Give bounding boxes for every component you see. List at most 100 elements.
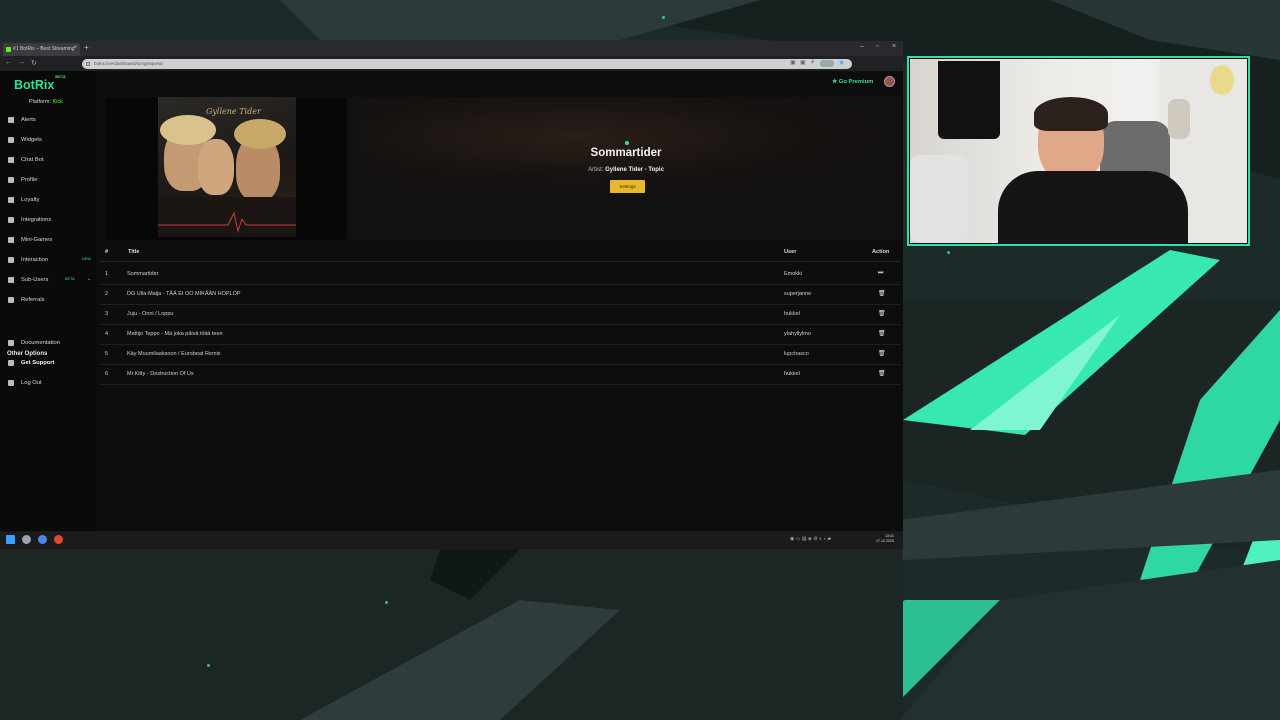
stream-particle [947,251,950,254]
trash-icon[interactable]: 🗑 [878,330,886,337]
webcam-cat-figure [1168,99,1190,139]
sidebar-item-label: Widgets [21,137,42,143]
browser-window: #1 BotRix – Best Streaming × + – ▫ × ← →… [0,41,903,549]
sidebar-item-interaction[interactable]: Interaction NEW [0,253,96,267]
taskbar-clock[interactable]: 13:41 17.12.2025 [876,534,894,544]
platform-label: Platform: [29,99,52,105]
minimize-icon[interactable]: – [860,43,864,50]
extension-icon[interactable]: ▣ [790,59,796,66]
album-art: Gyllene Tider [158,97,296,237]
back-icon[interactable]: ← [5,59,12,66]
row-divider [100,384,900,385]
system-tray-icons[interactable]: ◉ ▭ ▤ ◈ ⚙ ◐ ♪ ▰ [790,536,831,542]
sidebar-item-label: Loyalty [21,197,40,203]
sidebar: BotRixBETA Platform: Kick Alerts Widgets… [0,71,96,531]
row-user: ylahyllylmo [784,331,811,337]
sidebar-item-alerts[interactable]: Alerts [0,113,96,127]
song-artist: Artist: Gyllene Tider - Topic [476,167,776,173]
row-number: 4 [105,331,109,337]
browser-icon[interactable] [38,535,47,544]
sidebar-item-integrations[interactable]: Integrations [0,213,96,227]
stream-particle [207,664,210,667]
chat-icon [8,157,14,163]
sidebar-item-widgets[interactable]: Widgets [0,133,96,147]
extension-icon[interactable]: ▣ [800,59,806,66]
album-cover-title: Gyllene Tider [206,107,261,116]
reload-icon[interactable]: ↻ [31,59,37,67]
row-title: Käy Muumilaaksoon / Eurobeat Remix [127,351,221,357]
url-field[interactable]: botrix.live/dashboard/songrequest/ [82,59,852,69]
windows-start-icon[interactable] [6,535,15,544]
go-premium-label: Go Premium [838,79,874,85]
sidebar-item-label: Get Support [21,360,55,366]
row-number: 6 [105,371,109,377]
sidebar-item-label: Interaction [21,257,49,263]
sidebar-item-sub-users[interactable]: Sub-Users BETA ⌄ [0,273,96,287]
new-tab-button[interactable]: + [84,43,89,52]
botrix-logo[interactable]: BotRixBETA [14,74,66,92]
sidebar-item-referrals[interactable]: Referrals [0,293,96,307]
table-row: 2 DG Ulla-Maija - TÄÄ EI OO MIKÄÄN HOPLO… [96,285,903,305]
trash-icon[interactable]: 🗑 [878,370,886,377]
puzzle-icon [8,217,14,223]
sidebar-item-chat-bot[interactable]: Chat Bot [0,153,96,167]
sidebar-item-documentation[interactable]: Documentation [0,336,96,350]
heart-icon [8,197,14,203]
go-premium-button[interactable]: ★ Go Premium [832,79,873,85]
document-icon [8,340,14,346]
forward-icon[interactable]: → [18,59,25,66]
extension-icon[interactable]: ⚘ [810,59,815,66]
gamepad-icon [8,237,14,243]
album-figure [198,139,234,195]
trash-icon[interactable]: 🗑 [878,310,886,317]
row-number: 5 [105,351,109,357]
row-title: Mr.Kitty - Destruction Of Us [127,371,194,377]
header-divider [100,261,900,262]
support-icon [8,360,14,366]
tab-close-icon[interactable]: × [73,45,77,51]
column-header-number: # [105,249,109,255]
row-number: 2 [105,291,109,297]
avatar[interactable] [884,76,895,87]
user-icon [8,177,14,183]
bookmark-star-icon[interactable]: ★ [838,58,845,67]
browser-tab[interactable]: #1 BotRix – Best Streaming × [3,43,80,56]
trash-icon[interactable]: 🗑 [878,290,886,297]
platform-selector[interactable]: Platform: Kick [29,99,63,105]
row-title: Mattijo Teppo - Mä joka päivä töitä teen [127,331,223,337]
sidebar-item-mini-games[interactable]: Mini-Games [0,233,96,247]
main-content: ★ Go Premium Gyllene Tider Sommartider A… [96,71,903,531]
webcam-figurine [1210,65,1234,95]
profile-chip[interactable] [820,60,834,67]
sidebar-item-label: Sub-Users [21,277,49,283]
row-title: Sommartider [127,271,159,277]
table-row: 3 Juju - Onni / Loppu hukkel 🗑 [96,305,903,325]
column-header-user: User [784,249,797,255]
row-user: hukkel [784,311,800,317]
windows-taskbar: ◉ ▭ ▤ ◈ ⚙ ◐ ♪ ▰ 13:41 17.12.2025 [0,531,903,549]
settings-button[interactable]: Settings [610,180,645,193]
clock-date: 17.12.2025 [876,539,894,543]
settings-gear-icon[interactable] [22,535,31,544]
platform-value: Kick [52,99,63,105]
app-icon[interactable] [54,535,63,544]
close-window-icon[interactable]: × [892,43,896,50]
maximize-icon[interactable]: ▫ [876,43,878,50]
webcam-tshirt-hanging [938,61,1000,139]
sidebar-item-label: Chat Bot [21,157,44,163]
users-icon [8,277,14,283]
column-header-action: Action [872,249,890,255]
sidebar-item-profile[interactable]: Profile [0,173,96,187]
trash-icon[interactable]: 🗑 [878,350,886,357]
chevron-down-icon[interactable]: ⌄ [87,276,91,282]
sidebar-item-label: Profile [21,177,38,183]
sidebar-item-log-out[interactable]: Log Out [0,376,96,390]
album-heartbeat-line [158,211,296,233]
row-title: DG Ulla-Maija - TÄÄ EI OO MIKÄÄN HOPLOP [127,291,241,297]
skip-icon[interactable]: ⏭ [878,270,883,277]
sidebar-item-get-support[interactable]: Get Support [0,356,96,370]
webcam-feed [910,59,1247,243]
row-user: Emokki [784,271,803,277]
sidebar-item-loyalty[interactable]: Loyalty [0,193,96,207]
table-row: 6 Mr.Kitty - Destruction Of Us hukkel 🗑 [96,365,903,385]
